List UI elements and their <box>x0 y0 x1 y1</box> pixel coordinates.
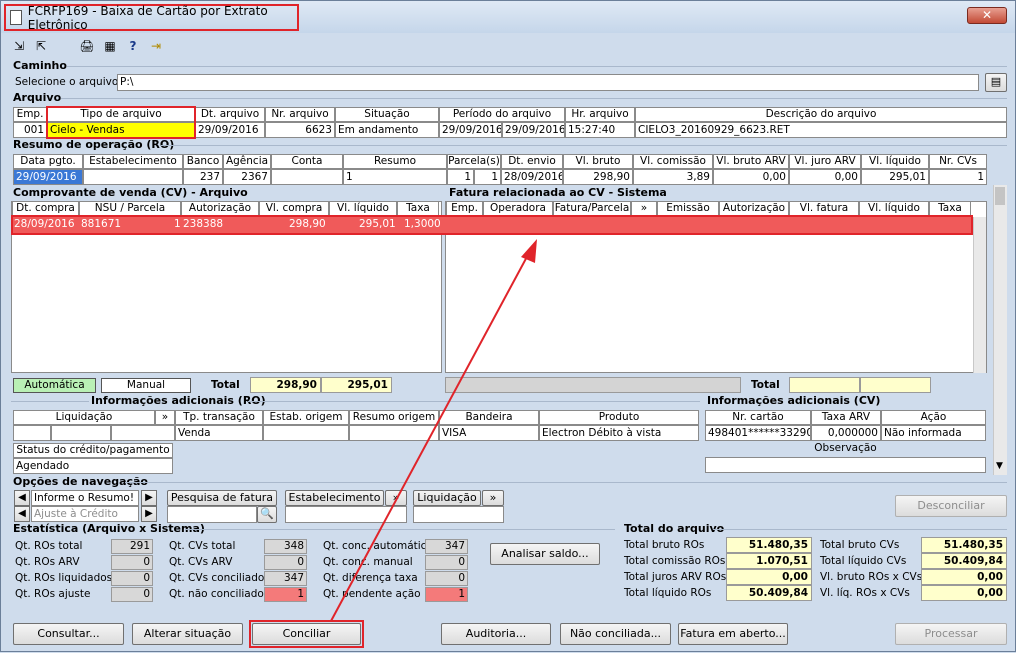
annotation-arrow <box>330 239 537 622</box>
main-window: FCRFP169 - Baixa de Cartão por Extrato E… <box>0 0 1016 652</box>
